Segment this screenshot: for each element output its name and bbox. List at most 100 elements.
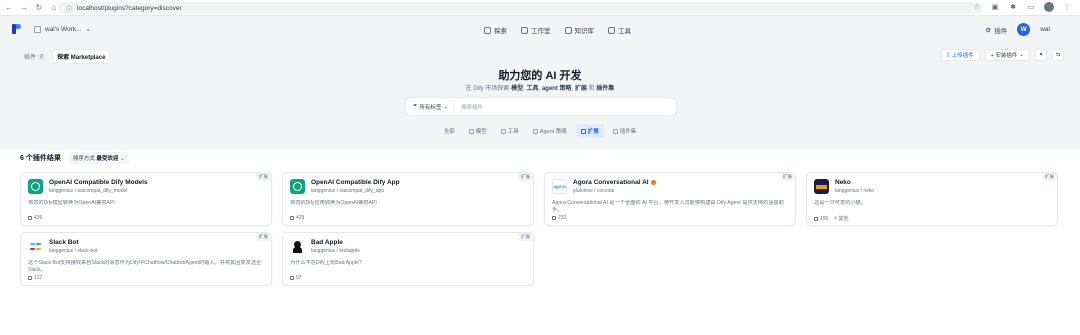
- plugin-card[interactable]: 扩展 Neko langgenius / neko 这是一只可爱的小猫。 195…: [806, 172, 1058, 226]
- plugin-stats: 97: [290, 275, 302, 281]
- avatar[interactable]: W: [1017, 23, 1031, 36]
- subtitle-text: 和: [588, 86, 595, 92]
- sort-prefix: 排序方式: [72, 156, 95, 162]
- download-count: 429: [296, 215, 305, 221]
- category-tabs: 全部 模型 工具 Agent 策略 扩展 插件集: [0, 124, 1080, 138]
- bundle-icon: [612, 128, 618, 134]
- plugin-stats: 232: [552, 215, 566, 221]
- plugin-card[interactable]: 扩展 Slack Bot langgenius / slack-bot 这个Sl…: [20, 232, 272, 286]
- nav-knowledge[interactable]: 知识库: [564, 25, 594, 35]
- install-plugin-button[interactable]: + 安装插件 ⌄: [984, 49, 1030, 61]
- tab-label: 插件: [24, 55, 37, 61]
- upload-icon: ▯: [946, 52, 950, 58]
- subtitle-text: 在 Dify 市场探索: [465, 86, 510, 92]
- nav-label: 探索: [494, 28, 507, 35]
- category-label: 全部: [443, 129, 455, 135]
- plugin-name: OpenAI Compatible Dify App: [311, 179, 400, 186]
- tab-bundles[interactable]: 插件集: [608, 124, 642, 138]
- plugin-org: langgenius / oaicompat_dify_app: [311, 188, 385, 194]
- reload-button[interactable]: ↻: [33, 2, 45, 14]
- download-icon: [552, 216, 556, 220]
- menu-icon[interactable]: ⋮: [1062, 2, 1072, 12]
- chevron-down-icon: ⌄: [1019, 52, 1024, 58]
- verified-icon: [650, 180, 656, 185]
- plugin-name: OpenAI Compatible Dify Models: [49, 179, 148, 186]
- tab-marketplace[interactable]: 探索 Marketplace: [53, 50, 110, 63]
- button-label: + 安装插件: [990, 53, 1018, 59]
- download-count: 137: [34, 275, 43, 281]
- tab-models[interactable]: 模型: [464, 124, 492, 138]
- chevron-down-icon: ⌄: [85, 26, 91, 33]
- plugin-description: 将您的Dify应用转换为OpenAI兼容API: [290, 200, 377, 206]
- slack-icon: [28, 239, 43, 254]
- tab-plugins[interactable]: 插件 2: [20, 50, 49, 63]
- app-header: wal's Work... ⌄ 探索 工作室 知识库 工具 ⚙ 插件 W wal: [0, 16, 1080, 42]
- profile-avatar[interactable]: [1044, 2, 1054, 12]
- nav-studio[interactable]: 工作室: [521, 25, 551, 35]
- plugin-name-text: Agora Conversational AI: [573, 179, 649, 186]
- site-info-icon[interactable]: ⓘ: [66, 4, 72, 13]
- subtitle-highlight: 模型: [511, 86, 524, 92]
- plugin-description: 为什么不在Dify上玩Bad Apple?: [290, 260, 362, 266]
- category-badge: 扩展: [256, 233, 271, 241]
- download-count: 97: [296, 275, 302, 281]
- marketplace-hero: 插件 2 探索 Marketplace ▯ 上传插件 + 安装插件 ⌄ ✦ ⇆ …: [0, 42, 1080, 150]
- user-name[interactable]: wal: [1040, 26, 1050, 33]
- tag-filter[interactable]: ⏷ 所有标签 ⌄: [413, 102, 456, 111]
- studio-icon: [521, 26, 528, 34]
- star-icon[interactable]: ☆: [972, 2, 982, 12]
- address-bar[interactable]: ⓘ localhost/plugins?category=discover: [58, 2, 983, 14]
- tool-icon: [608, 26, 615, 34]
- tab-tools[interactable]: 工具: [496, 124, 524, 138]
- download-count: 439: [34, 215, 43, 221]
- settings-button[interactable]: ⇆: [1052, 49, 1064, 61]
- tab-extensions[interactable]: 扩展: [575, 124, 604, 138]
- plugin-stats: 429: [290, 215, 304, 221]
- plugin-card[interactable]: 扩展 agora Agora Conversational AI plutole…: [544, 172, 796, 226]
- tab-all[interactable]: 全部: [439, 124, 460, 138]
- plugin-tag: # 其他: [834, 216, 849, 222]
- plugin-card[interactable]: 扩展 Bad Apple langgenius / badapple 为什么不在…: [282, 232, 534, 286]
- forward-button[interactable]: →: [18, 2, 30, 14]
- category-label: 模型: [475, 129, 487, 135]
- download-icon: [28, 276, 32, 280]
- workspace-selector[interactable]: wal's Work... ⌄: [34, 25, 91, 33]
- workspace-name: wal's Work...: [45, 25, 82, 33]
- settings-icon: ⇆: [1055, 52, 1061, 58]
- category-badge: 扩展: [1042, 173, 1057, 181]
- search-input[interactable]: 搜索插件: [461, 103, 483, 111]
- plugin-org: langgenius / slack-bot: [49, 248, 98, 254]
- dify-logo[interactable]: [12, 24, 22, 34]
- main-nav: 探索 工作室 知识库 工具: [484, 25, 631, 35]
- puzzle-icon[interactable]: ✱: [1008, 2, 1018, 12]
- back-button[interactable]: ←: [3, 2, 15, 14]
- workspace-icon: [34, 25, 41, 33]
- download-icon: [290, 276, 294, 280]
- nav-tools[interactable]: 工具: [608, 25, 631, 35]
- chevron-down-icon: ⌄: [443, 103, 449, 110]
- nav-explore[interactable]: 探索: [484, 25, 507, 35]
- plugin-name: Bad Apple: [311, 239, 343, 246]
- plugins-button[interactable]: ⚙ 插件: [985, 25, 1007, 35]
- plugin-card[interactable]: 扩展 OpenAI Compatible Dify Models langgen…: [20, 172, 272, 226]
- tab-agent-strategy[interactable]: Agent 策略: [528, 124, 572, 138]
- category-badge: 扩展: [780, 173, 795, 181]
- tab-count: 2: [38, 53, 46, 60]
- model-icon: [468, 128, 474, 134]
- plugin-description: 这个Slack Bot支持接收来自Slack的消息作为Dify中Chatflow…: [28, 260, 262, 273]
- extension-icon[interactable]: ▣: [990, 2, 1000, 12]
- debug-button[interactable]: ✦: [1035, 49, 1047, 61]
- agora-icon: agora: [552, 179, 567, 194]
- filter-icon: ⏷: [413, 103, 418, 109]
- submit-plugin-button[interactable]: ▯ 上传插件: [940, 49, 980, 61]
- subtitle-highlight: 工具: [526, 86, 539, 92]
- subtitle-highlight: 插件集: [596, 86, 615, 92]
- sidebar-icon[interactable]: ▭: [1026, 2, 1036, 12]
- sort-dropdown[interactable]: 排序方式 最受欢迎 ⌄: [68, 152, 129, 164]
- plugin-card[interactable]: 扩展 OpenAI Compatible Dify App langgenius…: [282, 172, 534, 226]
- plugins-label: 插件: [994, 27, 1008, 35]
- plugin-description: Agora Conversational AI 是一个全面的 AI 平台，使开发…: [552, 200, 784, 213]
- openai-icon: [28, 179, 43, 194]
- bug-icon: ✦: [1038, 52, 1044, 58]
- plugin-icon: ⚙: [985, 26, 992, 34]
